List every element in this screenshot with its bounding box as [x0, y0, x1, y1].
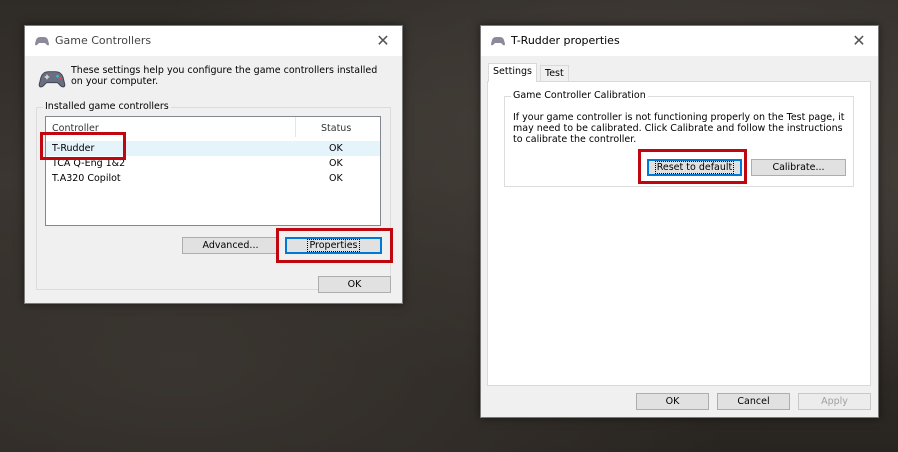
controller-status: OK	[329, 173, 343, 184]
gamepad-icon	[491, 37, 505, 46]
ok-button[interactable]: OK	[318, 276, 391, 293]
controller-name: T.A320 Copilot	[52, 173, 121, 184]
tab-test[interactable]: Test	[540, 65, 569, 82]
apply-button[interactable]: Apply	[798, 393, 871, 410]
group-label: Game Controller Calibration	[511, 90, 648, 101]
properties-button[interactable]: Properties	[285, 237, 382, 254]
table-row[interactable]: TCA Q-Eng 1&2 OK	[46, 156, 380, 171]
controllers-list[interactable]: Controller Status T-Rudder OK TCA Q-Eng …	[45, 116, 381, 226]
advanced-button[interactable]: Advanced...	[182, 237, 279, 254]
window-body: These settings help you configure the ga…	[25, 56, 402, 303]
list-header: Controller Status	[46, 117, 380, 137]
close-icon[interactable]: ✕	[372, 30, 394, 52]
window-title: T-Rudder properties	[511, 34, 620, 47]
gamepad-icon	[35, 37, 49, 46]
title-bar: Game Controllers ✕	[25, 26, 402, 56]
calibration-description: If your game controller is not functioni…	[513, 112, 845, 145]
table-row[interactable]: T-Rudder OK	[46, 141, 380, 156]
window-body: Settings Test Game Controller Calibratio…	[481, 56, 878, 417]
game-controllers-window: Game Controllers ✕ These settings help y…	[24, 25, 403, 304]
group-label: Installed game controllers	[43, 101, 171, 112]
table-row[interactable]: T.A320 Copilot OK	[46, 171, 380, 186]
window-title: Game Controllers	[55, 34, 152, 47]
title-bar: T-Rudder properties ✕	[481, 26, 878, 56]
calibrate-button[interactable]: Calibrate...	[751, 159, 846, 176]
cancel-button[interactable]: Cancel	[717, 393, 790, 410]
reset-to-default-button[interactable]: Reset to default	[647, 159, 742, 176]
column-header-controller[interactable]: Controller	[52, 123, 99, 134]
calibration-group: Game Controller Calibration If your game…	[504, 90, 854, 187]
gamepad-large-icon	[38, 71, 66, 88]
settings-pane: Game Controller Calibration If your game…	[487, 81, 871, 386]
column-header-status[interactable]: Status	[295, 117, 351, 137]
properties-window: T-Rudder properties ✕ Settings Test Game…	[480, 25, 879, 418]
close-icon[interactable]: ✕	[848, 30, 870, 52]
tab-settings[interactable]: Settings	[488, 63, 537, 82]
intro-text: These settings help you configure the ga…	[71, 65, 378, 87]
controller-status: OK	[329, 143, 343, 154]
controller-name: TCA Q-Eng 1&2	[52, 158, 126, 169]
controller-name: T-Rudder	[52, 143, 95, 154]
controller-status: OK	[329, 158, 343, 169]
ok-button[interactable]: OK	[636, 393, 709, 410]
